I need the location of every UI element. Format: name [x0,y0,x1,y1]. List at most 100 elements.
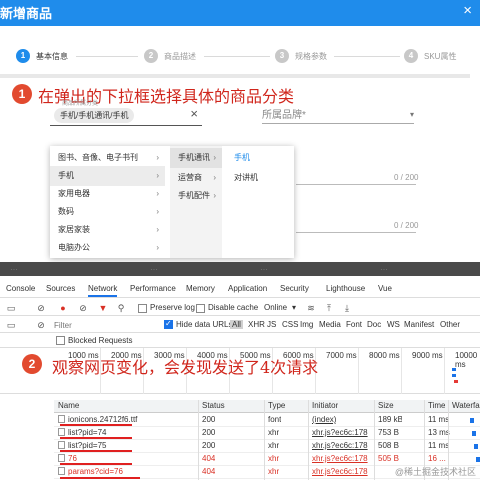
category-cascader-input[interactable]: 手机/手机通讯/手机 × [50,104,202,126]
step-number: 1 [16,49,30,63]
col-header-type[interactable]: Type [268,401,285,410]
step-sku-attrs[interactable]: 4 SKU属性 [404,45,456,67]
file-icon [58,467,65,475]
filter-type-all[interactable]: All [230,320,243,329]
timeline-gridline [401,348,402,394]
tab-sources[interactable]: Sources [46,284,75,293]
tab-network[interactable]: Network [88,284,118,297]
col-header-status[interactable]: Status [202,401,225,410]
column-separator [198,400,199,480]
inspect-icon[interactable]: ▭ [6,303,16,313]
tab-security[interactable]: Security [280,284,309,293]
clear-icon[interactable]: × [190,106,198,121]
filter-type-ws[interactable]: WS [387,320,400,329]
search-icon[interactable]: ⚲ [116,303,126,313]
option-label: 手机通讯 [178,153,210,162]
request-type: font [268,415,282,424]
cascader-option-selected[interactable]: 手机 › [50,166,165,186]
option-label: 手机 [58,171,74,180]
import-har-icon[interactable]: ⤒ [324,303,334,313]
chevron-right-icon: › [156,189,159,198]
clear-icon[interactable]: ⊘ [36,303,46,313]
step-description[interactable]: 2 商品描述 [144,45,196,67]
col-header-waterfall[interactable]: Waterfall [452,401,480,410]
filter-type-media[interactable]: Media [319,320,341,329]
col-header-initiator[interactable]: Initiator [312,401,338,410]
step-spec-params[interactable]: 3 规格参数 [275,45,327,67]
filter-type-xhr[interactable]: XHR [248,320,265,329]
block-icon[interactable]: ⊘ [78,303,88,313]
filter-icon[interactable]: ▼ [98,303,108,313]
step-divider [76,56,138,57]
preserve-log-checkbox[interactable] [138,304,147,313]
filter-type-img[interactable]: Img [300,320,313,329]
filter-type-js[interactable]: JS [267,320,276,329]
tab-application[interactable]: Application [228,284,267,293]
request-initiator[interactable]: xhr.js?ec6c:178 [312,454,368,463]
preserve-log-label: Preserve log [150,303,195,312]
annotation-underline [60,477,140,479]
cascader-option[interactable]: 图书、音像、电子书刊 › [50,148,165,168]
col-header-size[interactable]: Size [378,401,394,410]
cascader-option[interactable]: 电脑办公 › [50,238,165,258]
record-icon[interactable]: ● [58,303,68,313]
tab-vue[interactable]: Vue [378,284,392,293]
blurred-text: … [10,263,18,272]
filter-type-doc[interactable]: Doc [367,320,381,329]
filter-type-other[interactable]: Other [440,320,460,329]
cascader-option[interactable]: 运营商 › [170,168,222,188]
tab-console[interactable]: Console [6,284,35,293]
cascader-option[interactable]: 家用电器 › [50,184,165,204]
tab-memory[interactable]: Memory [186,284,215,293]
network-conditions-icon[interactable]: ≋ [306,303,316,313]
disable-cache-checkbox[interactable] [196,304,205,313]
request-initiator[interactable]: (index) [312,415,336,424]
filter-type-manifest[interactable]: Manifest [404,320,434,329]
close-icon[interactable]: × [463,2,472,20]
file-icon [58,454,65,462]
cascader-option[interactable]: 家居家装 › [50,220,165,240]
filter-type-css[interactable]: CSS [282,320,298,329]
brand-placeholder: 所属品牌* [262,110,306,121]
request-initiator[interactable]: xhr.js?ec6c:178 [312,428,368,437]
throttle-select[interactable]: Online [264,303,287,312]
cascader-option-selected[interactable]: 手机 [226,148,294,168]
request-name: list?pid=74 [58,428,198,437]
request-initiator[interactable]: xhr.js?ec6c:178 [312,467,368,476]
col-header-time[interactable]: Time [428,401,445,410]
timeline-gridline [444,348,445,394]
filter-type-font[interactable]: Font [346,320,362,329]
request-time: 13 ms [428,428,450,437]
cascader-option-selected[interactable]: 手机通讯 › [170,148,222,168]
brand-select[interactable]: 所属品牌* ▾ [262,104,414,124]
devtools-panel: Console Sources Network Performance Memo… [0,276,480,480]
timeline-request-bar [452,368,456,371]
annotation-badge: 1 [12,84,32,104]
export-har-icon[interactable]: ⤓ [342,303,352,313]
cascader-option[interactable]: 数码 › [50,202,165,222]
file-icon [58,441,65,449]
timeline-request-bar [454,380,458,383]
cascader-option[interactable]: 手机配件 › [170,186,222,206]
filter-input[interactable] [54,319,158,331]
waterfall-bar [476,457,480,462]
hide-data-urls-checkbox[interactable] [164,319,173,329]
tab-lighthouse[interactable]: Lighthouse [326,284,365,293]
hide-data-urls-label: Hide data URLs [176,320,233,329]
step-label: 商品描述 [164,51,196,61]
col-header-name[interactable]: Name [58,401,79,410]
step-basic-info[interactable]: 1 基本信息 [16,45,68,67]
request-size: 508 B [378,441,399,450]
annotation-text: 观察网页变化，会发现发送了4次请求 [52,358,319,377]
cascader-option[interactable]: 对讲机 [226,168,294,188]
blocked-requests-checkbox[interactable] [56,336,65,345]
request-type: xhr [268,428,280,437]
tab-performance[interactable]: Performance [130,284,176,293]
clear-icon[interactable]: ⊘ [36,320,46,330]
request-type: xhr [268,441,280,450]
select-icon[interactable]: ▭ [6,320,16,330]
option-label: 运营商 [178,173,202,182]
step-number: 4 [404,49,418,63]
category-chip: 手机/手机通讯/手机 [54,108,135,123]
request-initiator[interactable]: xhr.js?ec6c:178 [312,441,368,450]
